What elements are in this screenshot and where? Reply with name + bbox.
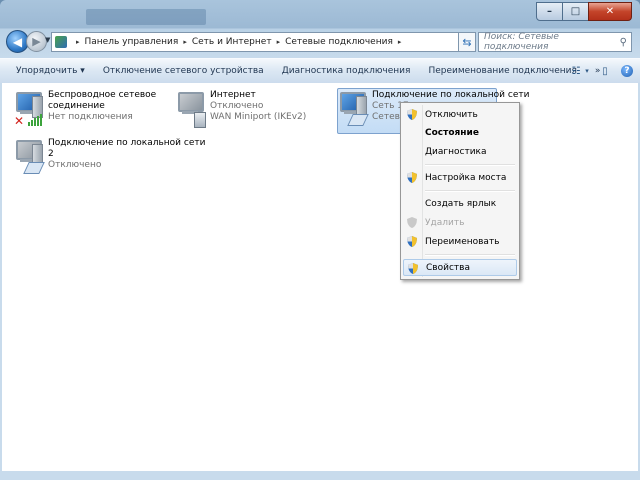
toolbar-right-group: ☷ ▾ ▯ ?: [561, 59, 634, 83]
breadcrumb-network-connections[interactable]: Сетевые подключения: [285, 37, 393, 47]
uac-shield-icon: [407, 109, 417, 120]
menu-item-label: Отключить: [425, 109, 478, 120]
menu-item-label: Свойства: [426, 262, 470, 273]
menu-separator: [425, 190, 515, 192]
organize-button[interactable]: Упорядочить ▾: [0, 59, 94, 83]
menu-item-diagnostics[interactable]: Диагностика: [403, 143, 517, 160]
disconnected-x-icon: ✕: [14, 114, 25, 128]
connection-status: Отключено: [210, 101, 264, 111]
menu-item-label: Создать ярлык: [425, 198, 497, 209]
close-button[interactable]: ✕: [588, 2, 632, 21]
network-cable-icon: [23, 162, 45, 174]
breadcrumb-separator-icon[interactable]: ▸: [398, 38, 402, 46]
menu-item-label: Диагностика: [425, 146, 487, 157]
breadcrumb-separator-icon[interactable]: ▸: [277, 38, 281, 46]
context-menu: Отключить Состояние Диагностика Настройк…: [400, 102, 520, 280]
breadcrumb-separator-icon[interactable]: ▸: [183, 38, 187, 46]
connection-status: Отключено: [48, 160, 102, 170]
window-title-area: [86, 9, 206, 25]
uac-shield-icon: [407, 172, 417, 183]
menu-item-bridge[interactable]: Настройка моста: [403, 169, 517, 186]
menu-item-delete: Удалить: [403, 214, 517, 231]
minimize-button[interactable]: –: [536, 2, 563, 21]
connection-name-cont: 2: [48, 149, 54, 159]
view-options-icon[interactable]: ☷: [569, 64, 583, 78]
uac-shield-icon: [408, 263, 418, 274]
connection-internet[interactable]: Интернет Отключено WAN Miniport (IKEv2): [176, 90, 306, 128]
signal-bars-icon: [28, 112, 44, 126]
caption-buttons: – □ ✕: [536, 2, 632, 21]
connection-lan-2[interactable]: Подключение по локальной сети 2 Отключен…: [14, 138, 205, 176]
menu-item-status[interactable]: Состояние: [403, 124, 517, 141]
search-placeholder: Поиск: Сетевые подключения: [484, 32, 559, 52]
menu-item-label: Настройка моста: [425, 172, 507, 183]
connection-wireless[interactable]: ✕ Беспроводное сетевое соединение Нет по…: [14, 90, 156, 128]
connection-name: Беспроводное сетевое: [48, 90, 157, 100]
connection-name: Подключение по локальной сети: [48, 138, 206, 148]
connection-name: Подключение по локальной сети: [372, 90, 530, 100]
uac-shield-icon: [407, 236, 417, 247]
menu-separator: [425, 164, 515, 166]
menu-item-create-shortcut[interactable]: Создать ярлык: [403, 195, 517, 212]
wan-miniport-icon: [176, 90, 208, 128]
window-bottom-border: [0, 471, 640, 480]
menu-item-rename[interactable]: Переименовать: [403, 233, 517, 250]
maximize-button[interactable]: □: [562, 2, 589, 21]
connection-name-cont: соединение: [48, 101, 105, 111]
forward-button[interactable]: ▶: [26, 31, 47, 52]
address-bar[interactable]: ▸ Панель управления ▸ Сеть и Интернет ▸ …: [51, 32, 461, 52]
command-bar: Упорядочить ▾ Отключение сетевого устрой…: [0, 58, 640, 84]
view-dropdown-icon[interactable]: ▾: [584, 64, 590, 78]
search-icon[interactable]: ⚲: [615, 37, 627, 48]
lan-connection-icon: [14, 138, 46, 176]
connection-status: Нет подключения: [48, 112, 133, 122]
preview-pane-icon[interactable]: ▯: [598, 64, 612, 78]
uac-shield-icon: [407, 217, 417, 228]
refresh-button[interactable]: ⇆: [458, 32, 476, 52]
breadcrumb-network-internet[interactable]: Сеть и Интернет: [192, 37, 272, 47]
menu-item-disable[interactable]: Отключить: [403, 106, 517, 123]
network-cable-icon: [347, 114, 369, 126]
menu-separator: [425, 254, 515, 256]
menu-item-label: Состояние: [425, 127, 479, 138]
disable-device-button[interactable]: Отключение сетевого устройства: [94, 59, 273, 83]
connection-device: WAN Miniport (IKEv2): [210, 112, 307, 122]
help-icon[interactable]: ?: [620, 64, 634, 78]
breadcrumb-separator-icon[interactable]: ▸: [76, 38, 80, 46]
connection-name: Интернет: [210, 90, 256, 100]
navigation-bar: ◀ ▶ ▼ ▸ Панель управления ▸ Сеть и Интер…: [0, 28, 640, 54]
wireless-network-icon: ✕: [14, 90, 46, 128]
lan-connection-icon: [338, 90, 370, 128]
menu-item-properties[interactable]: Свойства: [403, 259, 517, 276]
menu-item-label: Переименовать: [425, 236, 500, 247]
recent-pages-dropdown-icon[interactable]: ▼: [45, 36, 50, 44]
search-input[interactable]: Поиск: Сетевые подключения ⚲: [478, 32, 632, 52]
breadcrumb-control-panel[interactable]: Панель управления: [85, 37, 179, 47]
menu-item-label: Удалить: [425, 217, 465, 228]
diagnose-connection-button[interactable]: Диагностика подключения: [273, 59, 420, 83]
control-panel-icon: [55, 36, 67, 48]
